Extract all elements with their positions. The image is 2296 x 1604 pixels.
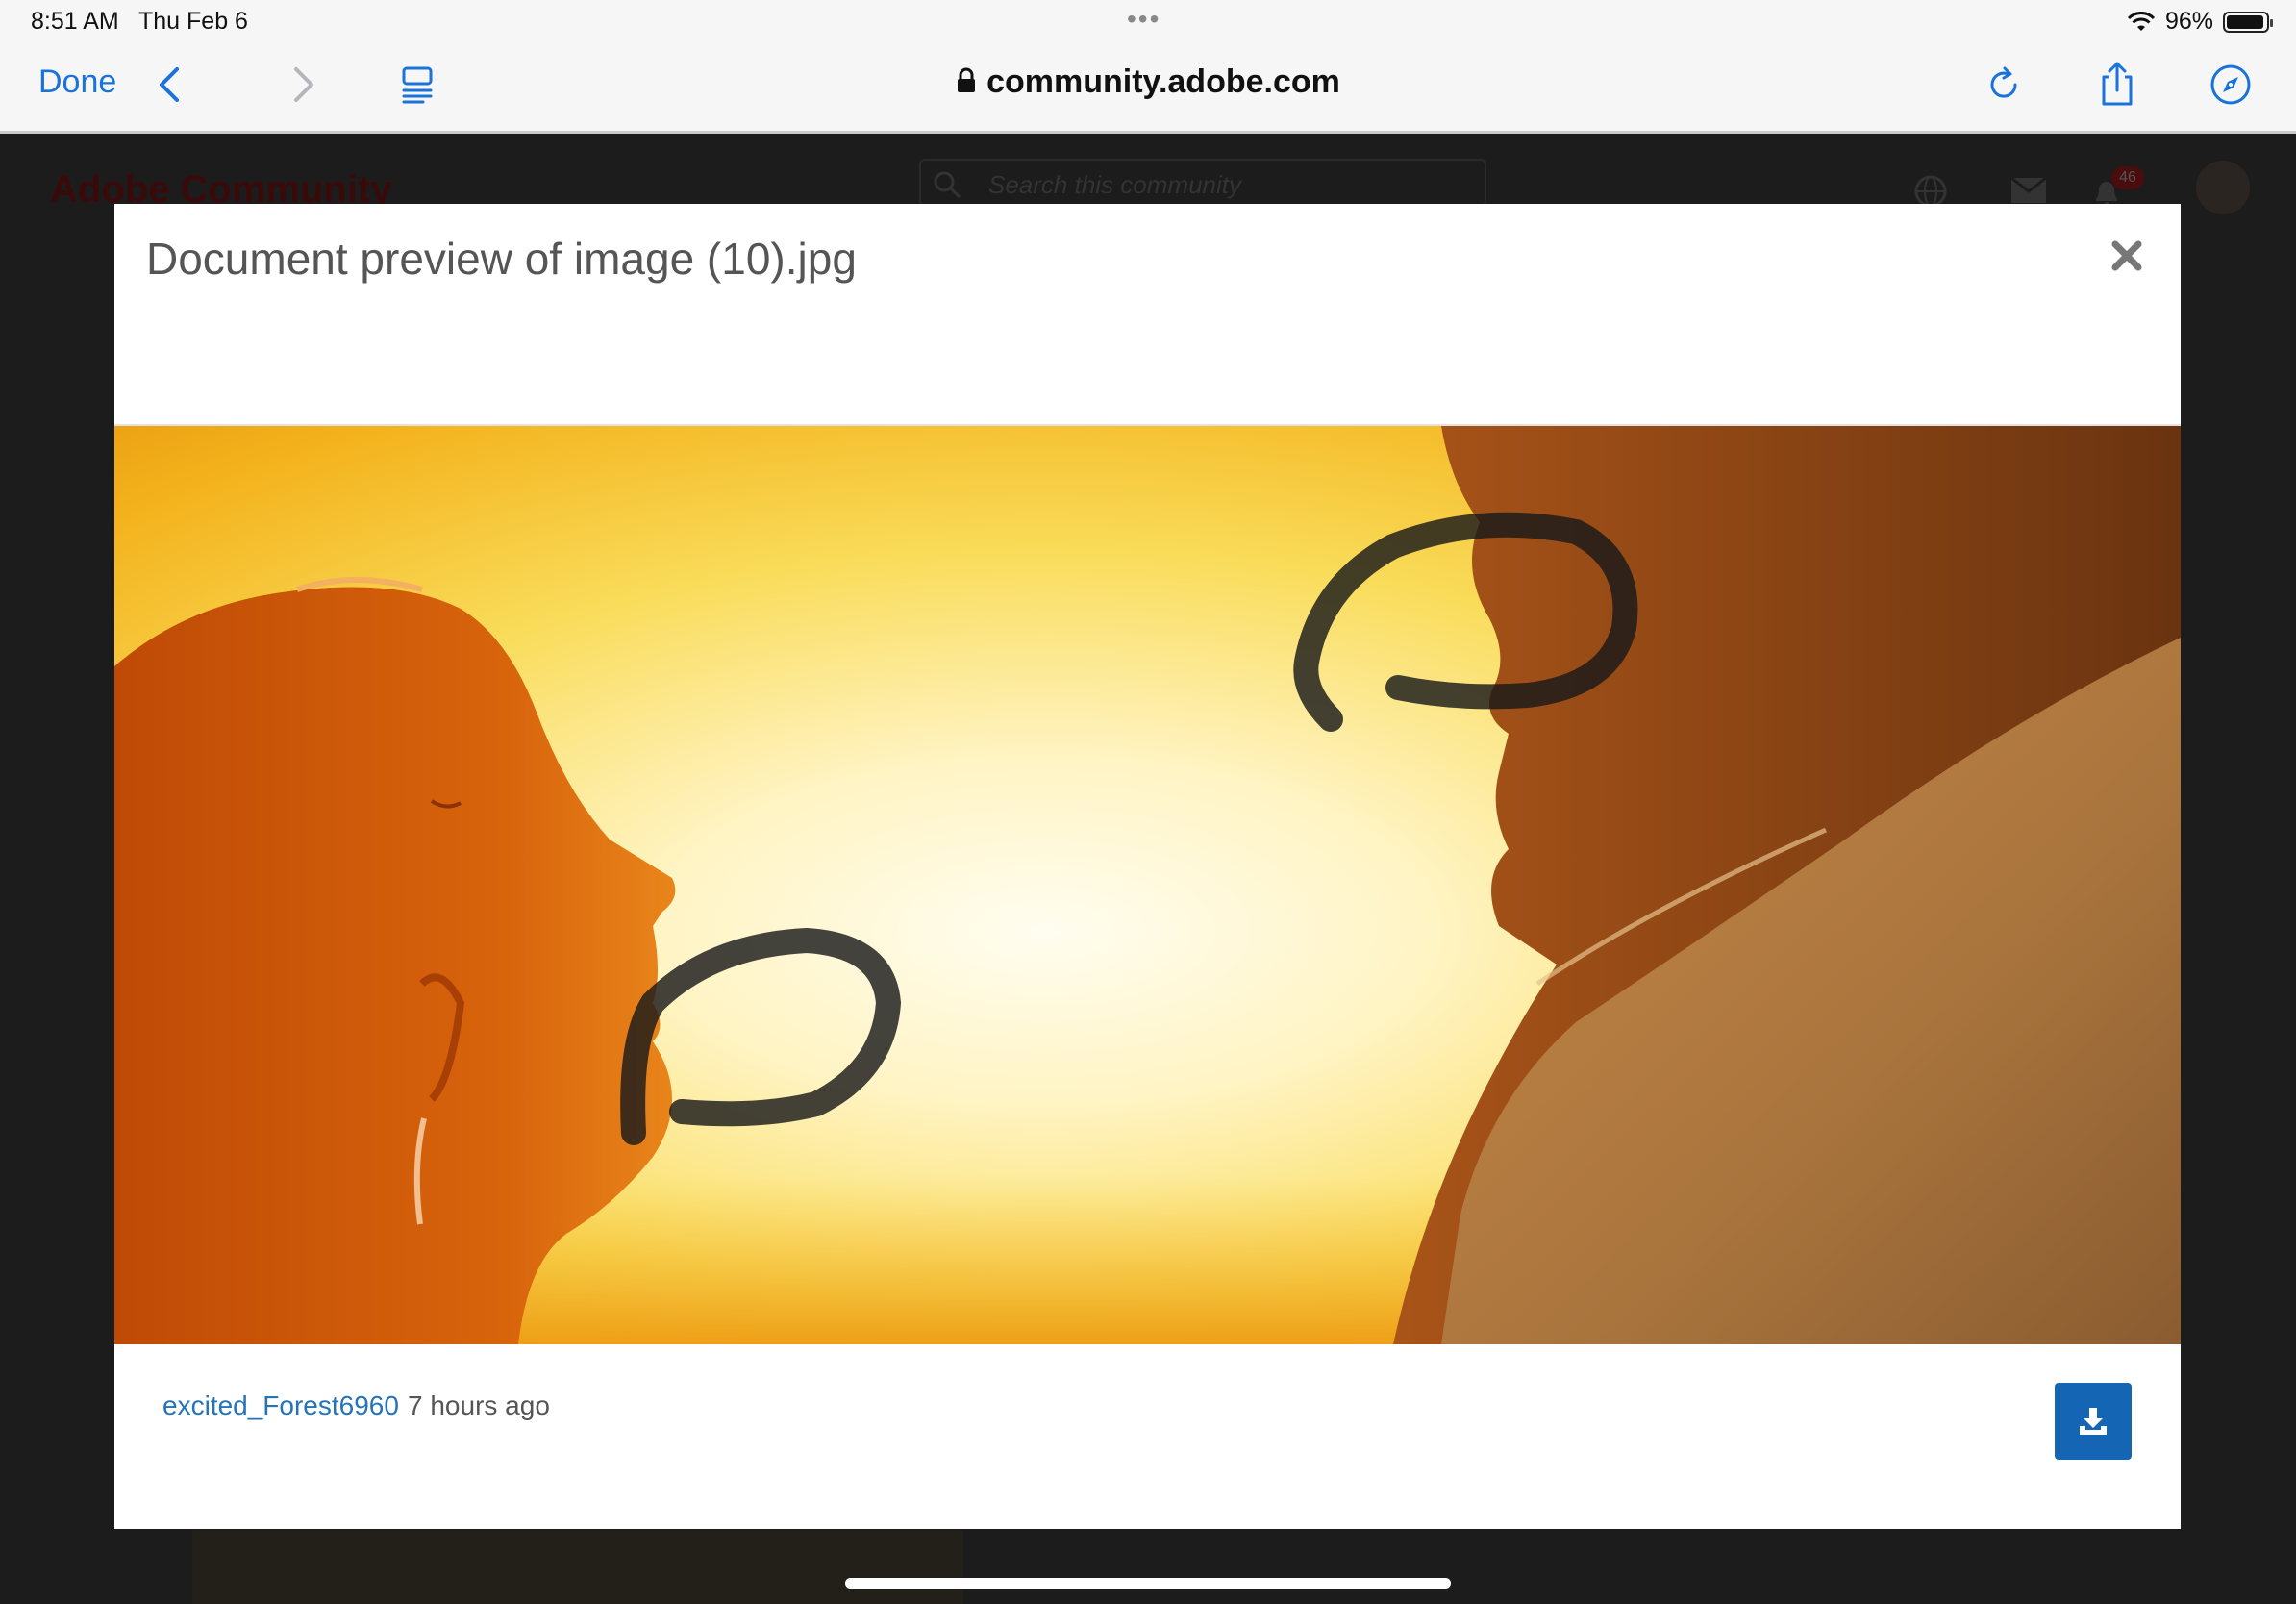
home-indicator[interactable] — [845, 1578, 1451, 1589]
status-indicators: 96% — [2127, 8, 2273, 36]
image-preview — [114, 426, 2181, 1344]
avatar — [2196, 161, 2250, 214]
battery-icon — [2223, 11, 2273, 33]
modal-title: Document preview of image (10).jpg — [146, 234, 857, 284]
author-link[interactable]: excited_Forest6960 — [162, 1391, 399, 1421]
modal-footer: excited_Forest6960 7 hours ago — [114, 1344, 2181, 1529]
multitasking-dots-icon[interactable]: ••• — [1127, 4, 1160, 35]
status-bar: 8:51 AM Thu Feb 6 ••• 96% — [0, 0, 2296, 46]
compass-icon[interactable] — [2208, 62, 2254, 108]
download-button[interactable] — [2055, 1383, 2132, 1460]
browser-toolbar: Done community.adobe.com — [0, 46, 2296, 134]
mail-icon — [2010, 176, 2047, 203]
share-icon[interactable] — [2094, 62, 2140, 108]
document-preview-modal: Document preview of image (10).jpg excit… — [114, 204, 2181, 1529]
status-time: 8:51 AM — [31, 8, 119, 35]
post-thumbnail — [192, 1530, 963, 1604]
reload-icon[interactable] — [1981, 62, 2027, 108]
post-time: 7 hours ago — [408, 1391, 550, 1420]
lock-icon — [956, 65, 977, 103]
download-icon — [2080, 1408, 2107, 1435]
community-search-input: Search this community — [919, 159, 1486, 207]
search-icon — [934, 171, 961, 199]
address-bar[interactable]: community.adobe.com — [0, 63, 2296, 103]
url-text: community.adobe.com — [986, 63, 1340, 100]
notification-badge: 46 — [2111, 166, 2144, 189]
close-icon[interactable] — [2108, 237, 2146, 275]
battery-percent: 96% — [2164, 8, 2213, 35]
wifi-icon — [2127, 11, 2156, 31]
status-date: Thu Feb 6 — [138, 8, 248, 35]
